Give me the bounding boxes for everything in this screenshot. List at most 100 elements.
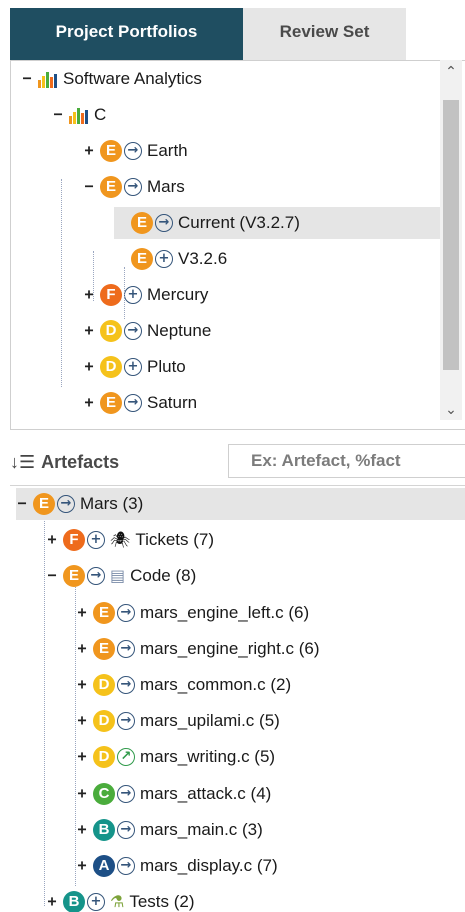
tab-review-set[interactable]: Review Set: [243, 8, 406, 60]
portfolio-scrollbar[interactable]: ⌃ ⌄: [440, 60, 462, 420]
expand-icon[interactable]: +: [76, 749, 88, 764]
arrow-right-circle-icon: →: [117, 676, 135, 694]
tree-node[interactable]: + D → Neptune: [11, 315, 441, 347]
rating-badge: E: [100, 176, 122, 198]
tree-node[interactable]: + E → mars_engine_left.c (6): [10, 597, 465, 629]
tree-guide-line: [93, 251, 94, 301]
artefacts-header: ↓☰ Artefacts Ex: Artefact, %fact: [10, 442, 465, 482]
file-icon: ▤: [110, 568, 126, 586]
artefacts-title: Artefacts: [41, 451, 120, 472]
expand-icon[interactable]: +: [76, 858, 88, 873]
rating-badge: D: [93, 746, 115, 769]
rating-badge: A: [93, 855, 115, 877]
tree-node-label: Current (V3.2.7): [178, 213, 300, 232]
tree-node[interactable]: − E → ▤ Code (8): [10, 560, 465, 592]
tree-guide-line: [124, 267, 125, 319]
tree-node-label: V3.2.6: [178, 249, 228, 268]
tree-node-label: Software Analytics: [63, 69, 202, 88]
rating-badge: E: [131, 212, 153, 234]
tree-node[interactable]: − E → Mars (3): [16, 488, 465, 520]
collapse-icon[interactable]: −: [52, 107, 64, 122]
expand-icon[interactable]: +: [83, 359, 95, 374]
arrow-right-circle-icon: →: [117, 712, 135, 731]
collapse-icon[interactable]: −: [83, 179, 95, 194]
tree-node[interactable]: + E → Saturn: [11, 387, 441, 419]
scroll-down-icon[interactable]: ⌄: [443, 400, 459, 418]
tree-node[interactable]: − C: [11, 99, 441, 131]
tree-node[interactable]: + F + Mercury: [11, 279, 441, 311]
tree-node-label: Earth: [147, 141, 188, 160]
tree-node-label: mars_upilami.c (5): [140, 711, 280, 731]
arrow-right-circle-icon: →: [117, 857, 135, 875]
trend-up-icon: ↗: [117, 748, 135, 767]
tree-node[interactable]: + D ↗ mars_writing.c (5): [10, 741, 465, 773]
arrow-right-circle-icon: →: [124, 178, 142, 196]
rating-badge: D: [93, 710, 115, 733]
rating-badge: B: [93, 818, 115, 841]
tree-node[interactable]: + B + ⚗ Tests (2): [10, 886, 465, 912]
arrow-right-circle-icon: →: [117, 639, 135, 658]
arrow-right-circle-icon: →: [124, 394, 142, 412]
tree-node-label: Pluto: [147, 357, 186, 376]
expand-icon[interactable]: +: [83, 323, 95, 338]
tree-node-label: Mars (3): [80, 494, 144, 513]
tree-node-label: mars_engine_left.c (6): [140, 602, 310, 622]
tree-node[interactable]: − E → Mars: [11, 171, 441, 203]
expand-icon[interactable]: +: [76, 677, 88, 692]
tree-node[interactable]: E → Current (V3.2.7): [114, 207, 441, 239]
tab-project-portfolios[interactable]: Project Portfolios: [10, 8, 243, 60]
scrollbar-thumb[interactable]: [443, 100, 459, 370]
rating-badge: C: [93, 782, 115, 805]
tree-node[interactable]: + B → mars_main.c (3): [10, 814, 465, 846]
tree-node-label: Tickets (7): [135, 530, 215, 550]
expand-icon[interactable]: +: [83, 395, 95, 410]
expand-icon[interactable]: +: [83, 143, 95, 158]
rating-badge: E: [100, 392, 122, 414]
tree-node[interactable]: + A → mars_display.c (7): [10, 850, 465, 882]
plus-circle-icon: +: [155, 250, 173, 268]
rating-badge: E: [33, 493, 55, 515]
tree-node[interactable]: E + V3.2.6: [11, 243, 441, 275]
arrow-right-circle-icon: →: [124, 322, 142, 340]
plus-circle-icon: +: [124, 286, 142, 304]
rating-badge: E: [63, 565, 85, 588]
tree-node[interactable]: + D → mars_common.c (2): [10, 669, 465, 701]
tree-node-label: Neptune: [147, 321, 212, 340]
tree-node[interactable]: + E → mars_engine_right.c (6): [10, 633, 465, 665]
tree-node-label: mars_display.c (7): [140, 856, 278, 875]
tree-node[interactable]: + F + 🕷 Tickets (7): [10, 524, 465, 556]
tree-node[interactable]: + C → mars_attack.c (4): [10, 778, 465, 810]
rating-badge: B: [63, 891, 85, 912]
bug-icon: 🕷: [110, 532, 131, 550]
tree-node[interactable]: + D → mars_upilami.c (5): [10, 705, 465, 737]
expand-icon[interactable]: +: [46, 532, 58, 547]
expand-icon[interactable]: +: [76, 640, 88, 655]
scroll-up-icon[interactable]: ⌃: [443, 62, 459, 80]
tree-node-label: Mercury: [147, 285, 209, 304]
collapse-icon[interactable]: −: [16, 496, 28, 511]
collapse-icon[interactable]: −: [21, 71, 33, 86]
collapse-icon[interactable]: −: [46, 568, 58, 583]
tree-node-label: mars_writing.c (5): [140, 747, 276, 767]
expand-icon[interactable]: +: [76, 821, 88, 836]
tree-node[interactable]: + D + Pluto: [11, 351, 441, 383]
tree-node-label: mars_main.c (3): [140, 819, 263, 839]
expand-icon[interactable]: +: [46, 894, 58, 909]
arrow-right-circle-icon: →: [155, 214, 173, 232]
sort-icon[interactable]: ↓☰: [10, 452, 35, 473]
rating-badge: F: [100, 284, 122, 306]
plus-circle-icon: +: [87, 531, 105, 550]
plus-circle-icon: +: [124, 358, 142, 376]
artefact-search-input[interactable]: Ex: Artefact, %fact: [228, 444, 465, 478]
expand-icon[interactable]: +: [76, 785, 88, 800]
tree-node[interactable]: − Software Analytics: [11, 63, 441, 95]
bar-chart-icon: [69, 106, 89, 124]
expand-icon[interactable]: +: [76, 604, 88, 619]
rating-badge: F: [63, 529, 85, 552]
portfolio-tree: − Software Analytics − C + E → Earth − E → Mars E → Cu…: [10, 60, 465, 430]
tree-node-label: mars_attack.c (4): [140, 783, 272, 803]
tree-node[interactable]: + E → Earth: [11, 135, 441, 167]
arrow-right-circle-icon: →: [87, 567, 105, 586]
artefact-tree: − E → Mars (3) + F + 🕷 Tickets (7) − E → ▤ Code (8) + E…: [10, 485, 465, 912]
expand-icon[interactable]: +: [76, 713, 88, 728]
